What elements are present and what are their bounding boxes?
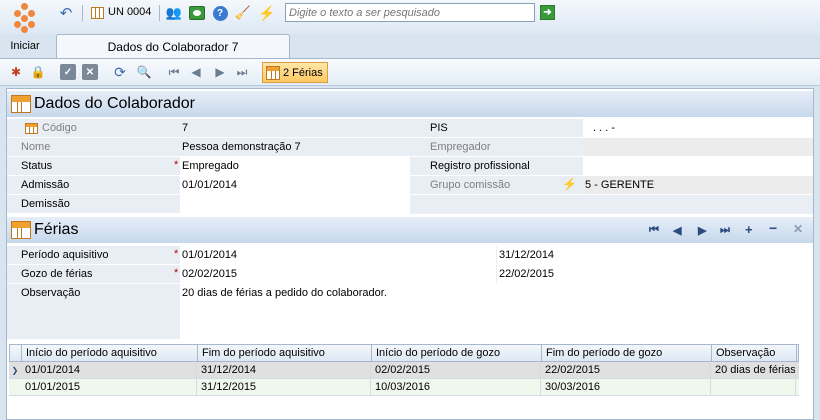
- help-icon[interactable]: ?: [211, 4, 229, 22]
- grid-header: Início do período aquisitivo Fim do perí…: [9, 344, 799, 362]
- business-unit-label[interactable]: UN 0004: [108, 6, 151, 18]
- row-indicator-icon: ❯: [11, 365, 19, 375]
- toolbar-divider: [159, 5, 160, 21]
- colaborador-section-header: Dados do Colaborador: [7, 91, 813, 117]
- business-unit-icon[interactable]: [88, 4, 106, 22]
- add-record-icon[interactable]: +: [745, 222, 753, 237]
- obs-field[interactable]: 20 dias de férias a pedido do colaborado…: [180, 284, 813, 339]
- next-record-icon[interactable]: ▶: [212, 64, 228, 80]
- lock-icon[interactable]: 🔒: [30, 64, 46, 80]
- edit-table-icon: [25, 122, 38, 134]
- gozo-label: Gozo de férias: [21, 268, 93, 280]
- nome-value: Pessoa demonstração 7: [180, 138, 410, 156]
- codigo-label: Código: [7, 122, 77, 134]
- top-toolbar: ↶ UN 0004 👥 ? 🧹 ⚡ ➜: [0, 0, 820, 34]
- pis-field[interactable]: . . . -: [583, 119, 813, 137]
- record-toolbar: ✱ 🔒 ✓ ✕ ⟳ 🔍 ⏮ ◀ ▶ ⏭ 2 Férias: [0, 58, 820, 86]
- previous-record-icon[interactable]: ◀: [673, 224, 681, 237]
- undo-icon[interactable]: ↶: [57, 4, 75, 22]
- grupo-value: 5 - GERENTE: [583, 176, 813, 194]
- lightning-icon[interactable]: ⚡: [258, 4, 276, 22]
- lightning-icon[interactable]: ⚡: [562, 177, 577, 191]
- eye-icon[interactable]: [188, 4, 206, 22]
- obs-label: Observação: [21, 287, 81, 299]
- table-icon: [11, 95, 31, 113]
- gozo-fim-field[interactable]: 22/02/2015: [497, 265, 813, 283]
- periodo-fim-field[interactable]: 31/12/2014: [497, 246, 813, 264]
- empregador-value: [583, 138, 813, 156]
- previous-record-icon[interactable]: ◀: [188, 64, 204, 80]
- table-icon: [11, 221, 31, 239]
- table-cell[interactable]: 20 dias de férias: [711, 362, 796, 378]
- ferias-button-label: 2 Férias: [283, 66, 323, 79]
- last-record-icon[interactable]: ⏭: [720, 224, 730, 237]
- registro-field[interactable]: [583, 157, 813, 175]
- table-row[interactable]: ❯ 01/01/2014 31/12/2014 02/02/2015 22/02…: [9, 362, 799, 379]
- main-content: Dados do Colaborador Código 7 Nome Pesso…: [6, 88, 814, 420]
- table-row[interactable]: 01/01/2015 31/12/2015 10/03/2016 30/03/2…: [9, 379, 799, 396]
- admissao-field[interactable]: 01/01/2014: [180, 176, 410, 194]
- periodo-inicio-field[interactable]: 01/01/2014: [180, 246, 496, 264]
- gozo-inicio-field[interactable]: 02/02/2015: [180, 265, 496, 283]
- status-label: Status: [21, 160, 53, 172]
- table-cell[interactable]: 02/02/2015: [371, 362, 541, 378]
- nome-label: Nome: [21, 141, 51, 153]
- first-record-icon[interactable]: ⏮: [166, 64, 182, 80]
- close-icon[interactable]: ✕: [793, 222, 803, 236]
- next-record-icon[interactable]: ▶: [698, 224, 706, 237]
- table-cell[interactable]: [711, 379, 796, 395]
- column-header[interactable]: Início do período aquisitivo: [22, 345, 198, 361]
- last-record-icon[interactable]: ⏭: [234, 64, 250, 80]
- users-icon[interactable]: 👥: [165, 4, 183, 22]
- column-header[interactable]: Início do período de gozo: [372, 345, 542, 361]
- new-record-icon[interactable]: ✱: [8, 64, 24, 80]
- ferias-section-title: Férias: [34, 221, 79, 238]
- first-record-icon[interactable]: ⏮: [649, 224, 659, 237]
- ferias-section-header: Férias: [7, 217, 813, 243]
- required-marker: *: [174, 159, 179, 171]
- start-button[interactable]: Iniciar: [0, 34, 50, 58]
- column-header[interactable]: Observação: [712, 345, 797, 361]
- table-cell[interactable]: 31/12/2014: [197, 362, 371, 378]
- demissao-field[interactable]: [180, 195, 410, 213]
- grid-indicator-header: [10, 345, 22, 361]
- column-header[interactable]: Fim do período de gozo: [542, 345, 712, 361]
- codigo-value: 7: [180, 119, 410, 137]
- required-marker: *: [174, 267, 179, 279]
- search-go-button[interactable]: ➜: [540, 5, 555, 20]
- table-cell[interactable]: 01/01/2015: [21, 379, 197, 395]
- table-cell[interactable]: 31/12/2015: [197, 379, 371, 395]
- pis-label: PIS: [430, 122, 448, 134]
- table-icon: [266, 65, 280, 80]
- cancel-icon[interactable]: ✕: [82, 64, 98, 80]
- tab-dados-colaborador[interactable]: Dados do Colaborador 7: [56, 34, 290, 59]
- remove-record-icon[interactable]: −: [769, 220, 777, 236]
- empregador-label: Empregador: [430, 141, 491, 153]
- confirm-icon[interactable]: ✓: [60, 64, 76, 80]
- table-cell[interactable]: 10/03/2016: [371, 379, 541, 395]
- broom-icon[interactable]: 🧹: [234, 4, 252, 22]
- status-field[interactable]: Empregado: [180, 157, 410, 175]
- colaborador-section-title: Dados do Colaborador: [34, 95, 195, 112]
- demissao-label: Demissão: [21, 198, 70, 210]
- preview-icon[interactable]: 🔍: [136, 64, 152, 80]
- column-header[interactable]: Fim do período aquisitivo: [198, 345, 372, 361]
- row-indicator-empty: [9, 379, 21, 395]
- admissao-label: Admissão: [21, 179, 70, 191]
- ferias-button[interactable]: 2 Férias: [262, 62, 328, 83]
- registro-label: Registro profissional: [430, 160, 530, 172]
- refresh-icon[interactable]: ⟳: [112, 64, 128, 80]
- search-input[interactable]: [285, 3, 535, 22]
- periodo-label: Período aquisitivo: [21, 249, 109, 261]
- required-marker: *: [174, 248, 179, 260]
- grupo-label: Grupo comissão: [430, 179, 511, 191]
- table-cell[interactable]: 01/01/2014: [21, 362, 197, 378]
- start-logo-icon[interactable]: [10, 3, 40, 33]
- empty-row: [410, 195, 813, 215]
- ferias-grid: Início do período aquisitivo Fim do perí…: [9, 344, 799, 396]
- toolbar-divider: [82, 5, 83, 21]
- table-cell[interactable]: 22/02/2015: [541, 362, 711, 378]
- table-cell[interactable]: 30/03/2016: [541, 379, 711, 395]
